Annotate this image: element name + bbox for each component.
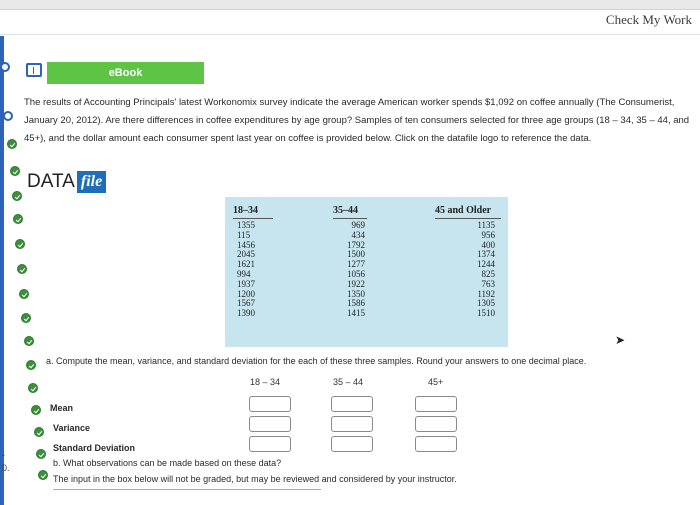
column-18-34: 18–34 1355 115 1456 2045 1621 994 1937 1…	[233, 205, 273, 319]
column-header: 18–34	[233, 205, 273, 219]
ebook-button[interactable]: eBook	[47, 62, 204, 84]
row-label-variance: Variance	[53, 423, 91, 433]
book-icon[interactable]	[26, 63, 42, 77]
status-check-icon	[10, 166, 20, 176]
question-nav-rail	[0, 36, 4, 505]
status-check-icon	[12, 191, 22, 201]
left-rail-mark: 0.	[2, 463, 10, 473]
data-word: DATA	[27, 171, 75, 192]
status-check-icon	[13, 214, 23, 224]
ungraded-note: The input in the box below will not be g…	[53, 474, 457, 484]
left-rail-mark: -	[2, 450, 5, 460]
data-table: 18–34 1355 115 1456 2045 1621 994 1937 1…	[225, 197, 508, 347]
question-a-text: a. Compute the mean, variance, and stand…	[46, 356, 587, 366]
status-check-icon	[31, 405, 41, 415]
mean-18-34-input[interactable]	[249, 396, 291, 412]
variance-45-input[interactable]	[415, 416, 457, 432]
status-check-icon	[15, 239, 25, 249]
status-check-icon	[21, 313, 31, 323]
status-check-icon	[7, 139, 17, 149]
problem-statement: The results of Accounting Principals' la…	[24, 97, 690, 144]
column-45-older: 45 and Older 1135 956 400 1374 1244 825 …	[435, 205, 501, 319]
column-header: 35–44	[333, 205, 367, 219]
row-label-mean: Mean	[50, 403, 74, 413]
file-badge: file	[76, 171, 107, 193]
column-35-44: 35–44 969 434 1792 1500 1277 1056 1922 1…	[333, 205, 367, 319]
header-divider	[0, 34, 700, 35]
std-dev-18-34-input[interactable]	[249, 436, 291, 452]
table-cell: 1390	[237, 308, 255, 319]
status-ring-icon	[3, 111, 13, 121]
row-label-std-dev: Standard Deviation	[53, 443, 136, 453]
observations-textarea[interactable]	[53, 489, 321, 490]
answer-col-head-35-44: 35 – 44	[333, 377, 364, 387]
status-check-icon	[38, 470, 48, 480]
std-dev-35-44-input[interactable]	[331, 436, 373, 452]
status-check-icon	[24, 336, 34, 346]
datafile-logo[interactable]: DATA file	[27, 170, 107, 194]
status-check-icon	[17, 264, 27, 274]
status-check-icon	[26, 360, 36, 370]
mean-45-input[interactable]	[415, 396, 457, 412]
status-check-icon	[36, 449, 46, 459]
answer-col-head-45: 45+	[428, 377, 444, 387]
variance-18-34-input[interactable]	[249, 416, 291, 432]
mouse-pointer-icon: ➤	[615, 333, 626, 347]
answer-col-head-18-34: 18 – 34	[250, 377, 281, 387]
check-my-work-link[interactable]: Check My Work	[606, 12, 692, 28]
status-check-icon	[34, 427, 44, 437]
column-header: 45 and Older	[435, 205, 501, 219]
question-b-text: b. What observations can be made based o…	[53, 458, 282, 468]
status-ring-icon	[0, 62, 10, 72]
table-cell: 1415	[347, 308, 365, 319]
std-dev-45-input[interactable]	[415, 436, 457, 452]
variance-35-44-input[interactable]	[331, 416, 373, 432]
mean-35-44-input[interactable]	[331, 396, 373, 412]
table-cell: 1510	[477, 308, 495, 319]
status-check-icon	[19, 289, 29, 299]
status-check-icon	[28, 383, 38, 393]
top-scroll-strip	[0, 0, 700, 10]
